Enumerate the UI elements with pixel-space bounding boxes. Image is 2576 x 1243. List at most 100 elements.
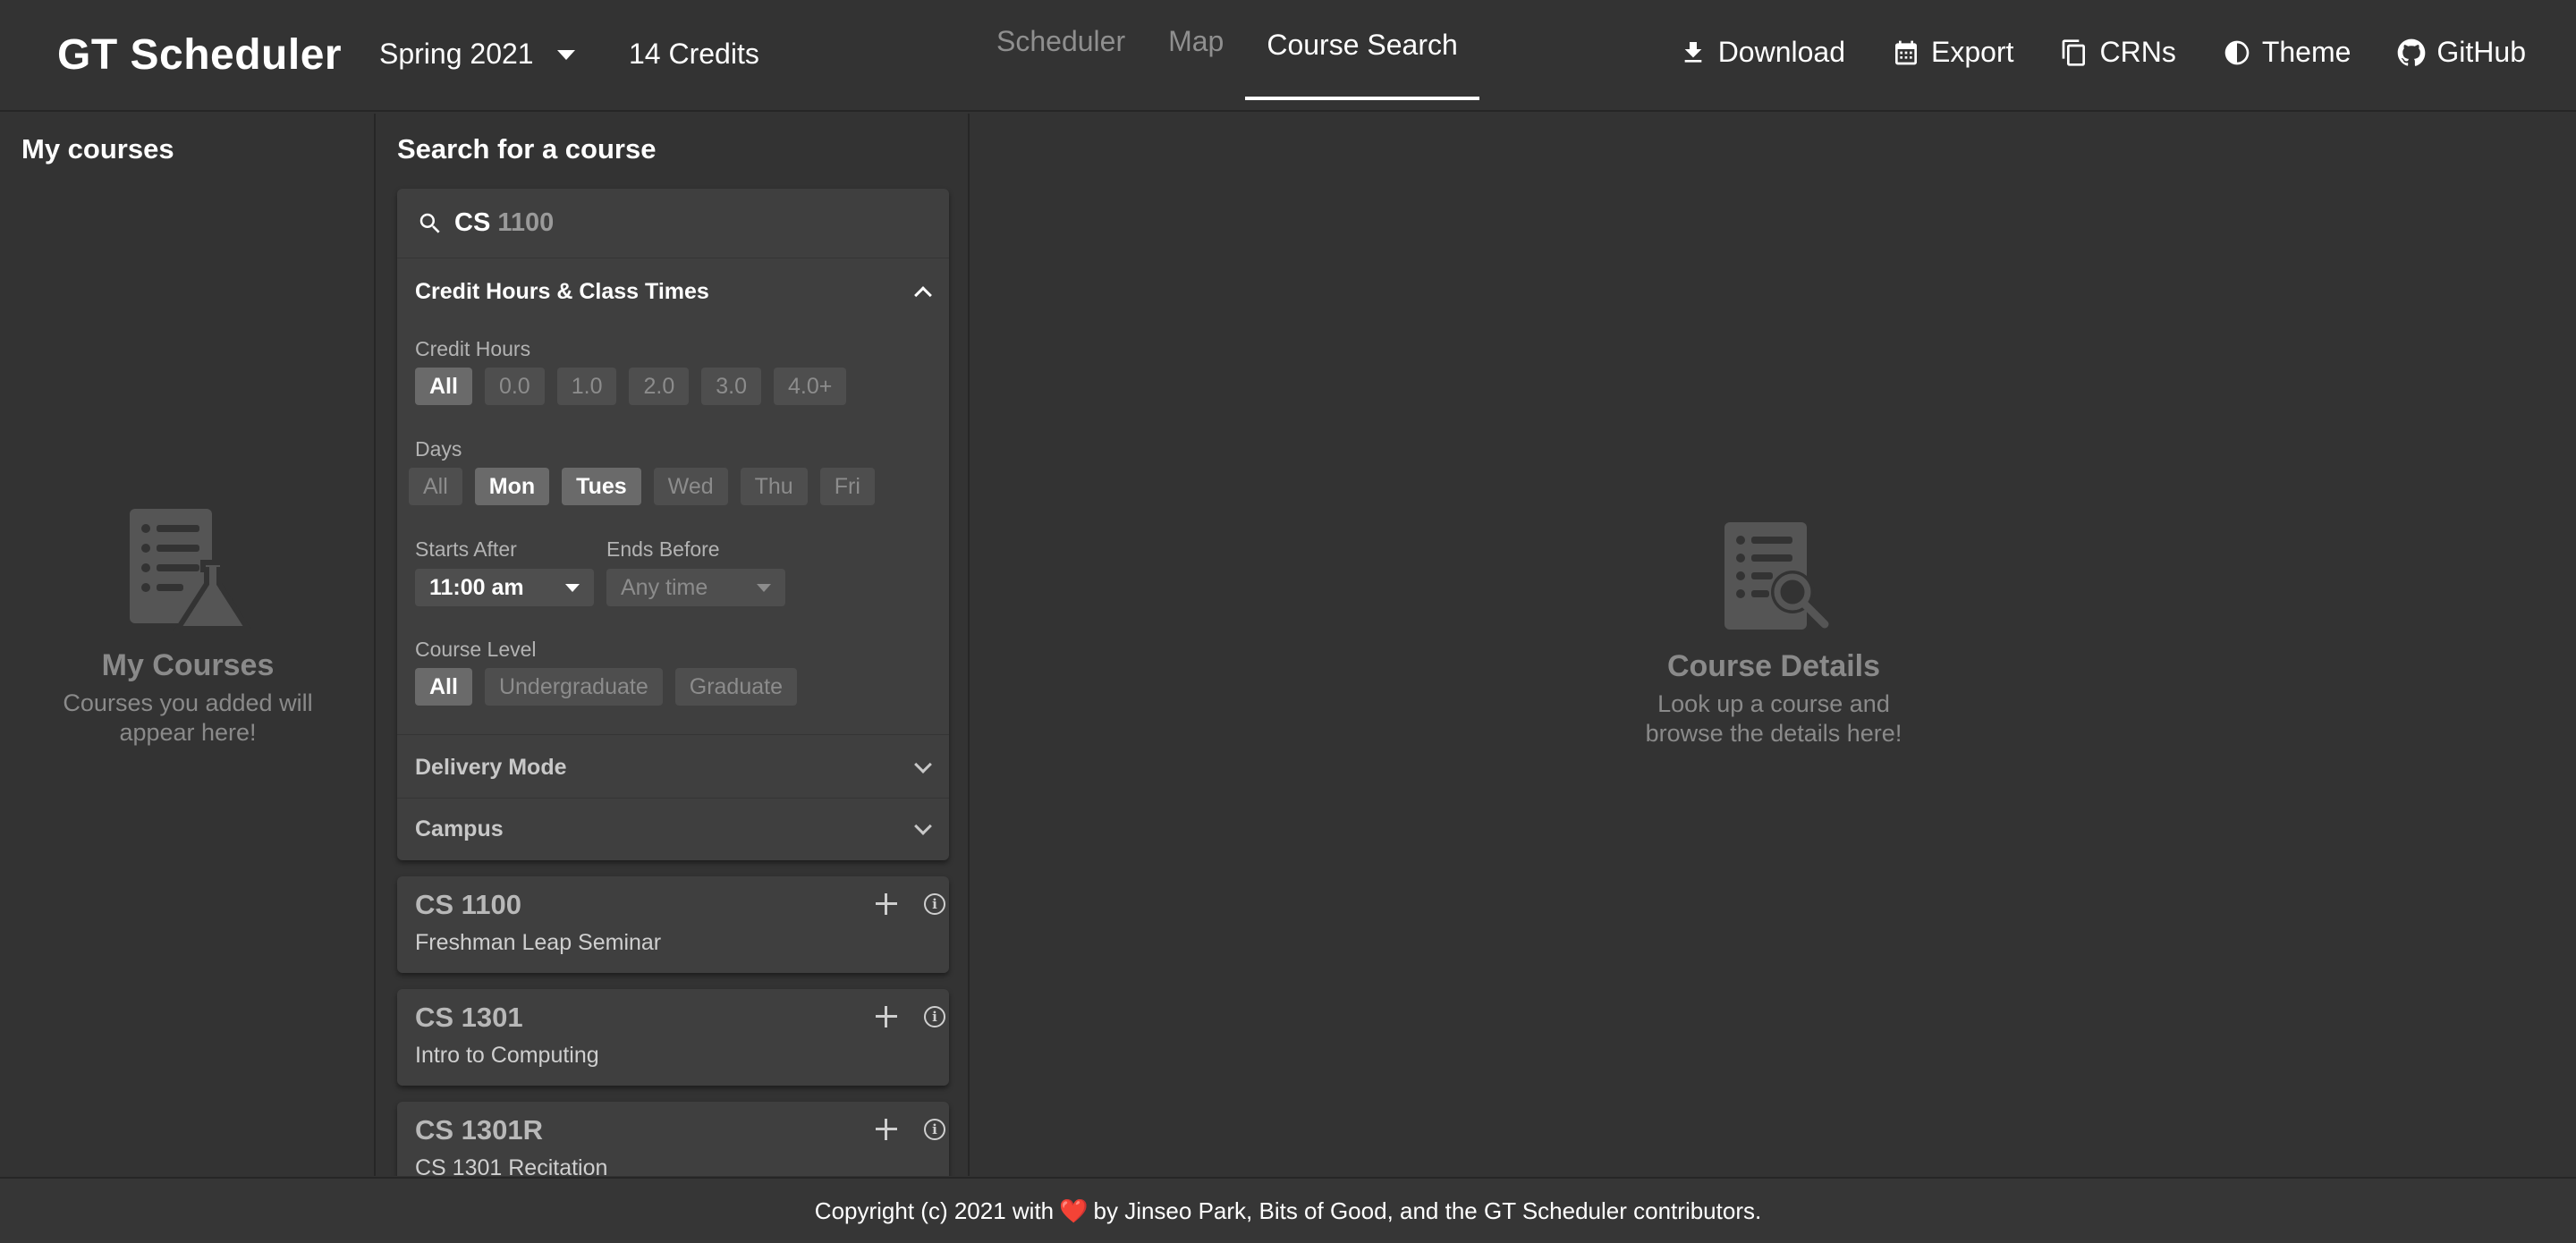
- chevron-down-icon: [914, 756, 932, 774]
- main-nav: Scheduler Map Course Search: [975, 0, 1479, 100]
- level-chip-graduate[interactable]: Graduate: [674, 668, 797, 706]
- info-icon[interactable]: i: [924, 893, 945, 915]
- search-icon: [419, 213, 440, 233]
- credit-hours-chips: All 0.0 1.0 2.0 3.0 4.0+: [415, 368, 847, 405]
- crns-button[interactable]: CRNs: [2060, 36, 2176, 69]
- download-button[interactable]: Download: [1679, 36, 1845, 69]
- copy-icon: [2063, 38, 2086, 66]
- footer-text-after: by Jinseo Park, Bits of Good, and the GT…: [1093, 1196, 1762, 1224]
- course-code: CS 1301R: [415, 1114, 544, 1146]
- ends-before-value: Any time: [621, 574, 708, 600]
- days-chips: All Mon Tues Wed Thu Fri: [409, 468, 875, 505]
- course-result-card[interactable]: CS 1301 Intro to Computing i: [397, 989, 949, 1086]
- starts-after-label: Starts After: [415, 537, 517, 561]
- top-bar: GT Scheduler Spring 2021 14 Credits Sche…: [0, 0, 2576, 112]
- course-code: CS 1100: [415, 889, 521, 920]
- course-result-card[interactable]: CS 1100 Freshman Leap Seminar i: [397, 876, 949, 973]
- course-details-empty-state: Course Details Look up a course and brow…: [1595, 520, 1953, 748]
- info-icon[interactable]: i: [924, 1119, 945, 1140]
- credits-count: 14 Credits: [629, 38, 759, 70]
- credit-chip-1[interactable]: 1.0: [556, 368, 617, 405]
- course-details-empty-line1: Look up a course and: [1657, 690, 1890, 717]
- theme-label: Theme: [2261, 36, 2351, 68]
- day-chip-mon[interactable]: Mon: [474, 468, 550, 505]
- credit-chip-4plus[interactable]: 4.0+: [774, 368, 847, 405]
- footer-text-before: Copyright (c) 2021 with: [814, 1196, 1055, 1224]
- my-courses-panel: My courses My Courses Courses you added …: [0, 114, 376, 1176]
- theme-button[interactable]: Theme: [2223, 36, 2351, 69]
- heart-icon: ❤️: [1059, 1196, 1089, 1224]
- day-chip-tues[interactable]: Tues: [562, 468, 641, 505]
- course-search-panel: Search for a course CS 1100 Credit Hours…: [377, 114, 970, 1176]
- credit-chip-0[interactable]: 0.0: [484, 368, 545, 405]
- add-course-icon[interactable]: [873, 891, 900, 917]
- credit-hours-label: Credit Hours: [415, 337, 531, 360]
- search-query-typed: CS: [454, 208, 491, 237]
- my-courses-empty-line1: Courses you added will: [63, 689, 313, 716]
- header-actions: Download Export CRNs Theme GitHub: [1679, 36, 2526, 69]
- tab-scheduler[interactable]: Scheduler: [975, 0, 1147, 97]
- course-result-card[interactable]: CS 1301R CS 1301 Recitation i: [397, 1102, 949, 1176]
- level-chip-all[interactable]: All: [415, 668, 472, 706]
- search-query: CS 1100: [454, 208, 554, 238]
- info-icon[interactable]: i: [924, 1006, 945, 1027]
- day-chip-fri[interactable]: Fri: [819, 468, 875, 505]
- credit-chip-2[interactable]: 2.0: [629, 368, 690, 405]
- ends-before-label: Ends Before: [606, 537, 720, 561]
- github-label: GitHub: [2436, 36, 2526, 68]
- export-button[interactable]: Export: [1892, 36, 2013, 69]
- my-courses-empty-state: My Courses Courses you added will appear…: [0, 507, 376, 748]
- chevron-down-icon: [757, 583, 771, 592]
- credit-chip-3[interactable]: 3.0: [701, 368, 762, 405]
- day-chip-thu[interactable]: Thu: [740, 468, 808, 505]
- my-courses-heading: My courses: [21, 133, 174, 165]
- tab-course-search[interactable]: Course Search: [1245, 4, 1479, 100]
- course-details-empty-title: Course Details: [1666, 649, 1881, 683]
- github-icon: [2398, 38, 2426, 66]
- footer: Copyright (c) 2021 with ❤️ by Jinseo Par…: [0, 1177, 2576, 1243]
- course-name: Intro to Computing: [415, 1043, 599, 1068]
- my-courses-empty-title: My Courses: [101, 648, 275, 682]
- credit-hours-section-toggle[interactable]: Credit Hours & Class Times: [397, 260, 949, 323]
- term-label: Spring 2021: [379, 38, 534, 70]
- course-list-flask-icon: [130, 509, 253, 631]
- search-input[interactable]: CS 1100: [397, 189, 949, 258]
- campus-label: Campus: [415, 816, 504, 841]
- theme-icon: [2224, 40, 2250, 64]
- term-selector[interactable]: Spring 2021: [379, 38, 575, 71]
- days-label: Days: [415, 437, 462, 461]
- crns-label: CRNs: [2099, 36, 2176, 68]
- add-course-icon[interactable]: [873, 1003, 900, 1030]
- app-title: GT Scheduler: [57, 31, 343, 79]
- document-search-icon: [1724, 522, 1829, 630]
- export-label: Export: [1931, 36, 2014, 68]
- add-course-icon[interactable]: [873, 1116, 900, 1143]
- github-button[interactable]: GitHub: [2397, 36, 2526, 69]
- course-code: CS 1301: [415, 1002, 523, 1033]
- search-filter-card: CS 1100 Credit Hours & Class Times Credi…: [397, 189, 949, 860]
- starts-after-value: 11:00 am: [429, 574, 524, 600]
- day-chip-all[interactable]: All: [409, 468, 462, 505]
- chevron-down-icon: [914, 817, 932, 835]
- delivery-mode-toggle[interactable]: Delivery Mode: [397, 736, 949, 799]
- download-label: Download: [1717, 36, 1845, 68]
- app-root: GT Scheduler Spring 2021 14 Credits Sche…: [0, 0, 2576, 1243]
- credit-hours-section-label: Credit Hours & Class Times: [415, 278, 709, 304]
- download-icon: [1684, 41, 1702, 63]
- campus-toggle[interactable]: Campus: [397, 798, 949, 860]
- course-level-chips: All Undergraduate Graduate: [415, 668, 797, 706]
- course-details-panel: Course Details Look up a course and brow…: [971, 114, 2576, 1176]
- starts-after-select[interactable]: 11:00 am: [415, 569, 594, 606]
- search-query-suggestion: 1100: [490, 208, 555, 237]
- level-chip-undergraduate[interactable]: Undergraduate: [484, 668, 663, 706]
- course-level-label: Course Level: [415, 638, 537, 661]
- tab-map[interactable]: Map: [1147, 0, 1245, 97]
- ends-before-select[interactable]: Any time: [606, 569, 785, 606]
- chevron-down-icon: [565, 583, 580, 592]
- credit-chip-all[interactable]: All: [415, 368, 472, 405]
- divider: [397, 734, 949, 735]
- search-heading: Search for a course: [397, 133, 657, 165]
- day-chip-wed[interactable]: Wed: [653, 468, 728, 505]
- course-details-empty-line2: browse the details here!: [1645, 720, 1902, 747]
- delivery-mode-label: Delivery Mode: [415, 754, 567, 780]
